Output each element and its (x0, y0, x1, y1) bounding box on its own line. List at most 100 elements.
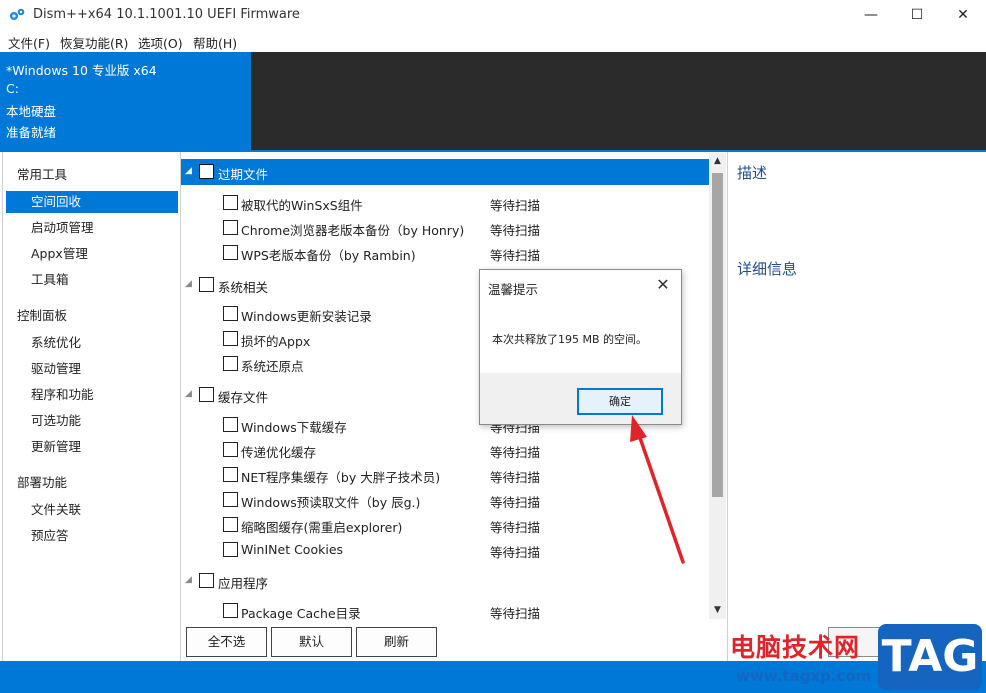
header-dark-area (251, 52, 986, 150)
details-heading: 详细信息 (737, 260, 798, 278)
tree-item-label[interactable]: Windows下载缓存 (241, 417, 347, 436)
tree-item-label[interactable]: Chrome浏览器老版本备份（by Honry) (241, 220, 464, 239)
drive-label: C: (6, 81, 19, 96)
disk-type-label: 本地硬盘 (6, 104, 57, 119)
tree-item-label[interactable]: WinINet Cookies (241, 542, 343, 557)
scroll-up-icon[interactable]: ▲ (709, 153, 726, 170)
sidebar-item-appx[interactable]: Appx管理 (6, 243, 178, 265)
item-checkbox[interactable] (223, 467, 238, 482)
menu-file[interactable]: 文件(F) (8, 33, 50, 52)
item-checkbox[interactable] (223, 306, 238, 321)
tree-item-label[interactable]: Windows预读取文件（by 辰g.) (241, 492, 420, 511)
group-checkbox[interactable] (199, 277, 214, 292)
item-checkbox[interactable] (223, 195, 238, 210)
menu-recovery[interactable]: 恢复功能(R) (60, 33, 128, 52)
description-heading: 描述 (737, 164, 768, 182)
scroll-thumb[interactable] (712, 173, 723, 497)
item-checkbox[interactable] (223, 356, 238, 371)
tree-item-status: 等待扫描 (490, 545, 541, 560)
tree-item-label[interactable]: Package Cache目录 (241, 603, 361, 620)
gear-icon (10, 8, 25, 20)
watermark-url: www.tagxp.com (736, 667, 872, 685)
sidebar-item-system-optimize[interactable]: 系统优化 (6, 332, 178, 354)
item-checkbox[interactable] (223, 542, 238, 557)
status-label: 准备就绪 (6, 125, 57, 140)
tree-item-status: 等待扫描 (490, 248, 541, 263)
tree-group[interactable]: ◢ 应用程序 (181, 568, 709, 594)
tree-item-status: 等待扫描 (490, 223, 541, 238)
item-checkbox[interactable] (223, 417, 238, 432)
session-info-panel[interactable]: *Windows 10 专业版 x64 C: 本地硬盘 准备就绪 (0, 52, 251, 150)
close-button[interactable]: ✕ (940, 0, 986, 30)
group-label: 过期文件 (218, 167, 269, 182)
menu-help[interactable]: 帮助(H) (193, 33, 237, 52)
watermark-logo: TAG (878, 624, 982, 690)
menu-bar: 文件(F) 恢复功能(R) 选项(O) 帮助(H) (0, 30, 986, 52)
tree-item-label[interactable]: 被取代的WinSxS组件 (241, 195, 363, 214)
nav-group-common-tools: 常用工具 (17, 167, 68, 182)
group-checkbox[interactable] (199, 573, 214, 588)
tree-item-label[interactable]: 缩略图缓存(需重启explorer) (241, 517, 402, 536)
group-label: 应用程序 (218, 576, 269, 591)
sidebar: 常用工具 空间回收 启动项管理 Appx管理 工具箱 控制面板 系统优化 驱动管… (2, 152, 181, 661)
tree-item-status: 等待扫描 (490, 495, 541, 510)
sidebar-item-programs[interactable]: 程序和功能 (6, 384, 178, 406)
item-checkbox[interactable] (223, 442, 238, 457)
tree-item-label[interactable]: 损坏的Appx (241, 331, 310, 350)
group-checkbox[interactable] (199, 164, 214, 179)
sidebar-item-space-recovery[interactable]: 空间回收 (6, 191, 178, 213)
expand-arrow-icon[interactable]: ◢ (185, 575, 192, 585)
item-checkbox[interactable] (223, 331, 238, 346)
refresh-button[interactable]: 刷新 (356, 627, 437, 657)
sidebar-item-startup[interactable]: 启动项管理 (6, 217, 178, 239)
tree-item-label[interactable]: 系统还原点 (241, 356, 304, 375)
tree-item-status: 等待扫描 (490, 520, 541, 535)
sidebar-item-answer-file[interactable]: 预应答 (6, 525, 178, 547)
sidebar-item-updates[interactable]: 更新管理 (6, 436, 178, 458)
maximize-button[interactable]: ☐ (894, 0, 940, 30)
sidebar-item-file-association[interactable]: 文件关联 (6, 499, 178, 521)
window-title: Dism++x64 10.1.1001.10 UEFI Firmware (33, 7, 300, 22)
tree-item-label[interactable]: NET程序集缓存（by 大胖子技术员) (241, 467, 440, 486)
expand-arrow-icon[interactable]: ◢ (185, 389, 192, 399)
right-panel-divider (727, 152, 728, 661)
tree-item-status: 等待扫描 (490, 445, 541, 460)
dialog-footer: 确定 (480, 373, 681, 424)
item-checkbox[interactable] (223, 603, 238, 618)
menu-options[interactable]: 选项(O) (138, 33, 183, 52)
tree-item-label[interactable]: 传递优化缓存 (241, 442, 316, 461)
item-checkbox[interactable] (223, 517, 238, 532)
group-label: 系统相关 (218, 280, 269, 295)
group-checkbox[interactable] (199, 387, 214, 402)
tree-item-status: 等待扫描 (490, 606, 541, 620)
ok-button[interactable]: 确定 (577, 388, 663, 415)
watermark-text: 电脑技术网 (730, 633, 861, 662)
scroll-down-icon[interactable]: ▼ (709, 602, 726, 619)
item-checkbox[interactable] (223, 245, 238, 260)
sidebar-item-optional-features[interactable]: 可选功能 (6, 410, 178, 432)
item-checkbox[interactable] (223, 220, 238, 235)
tree-group[interactable]: ◢ 过期文件 (181, 159, 709, 185)
close-icon[interactable]: ✕ (653, 275, 673, 295)
nav-group-deploy: 部署功能 (17, 475, 68, 490)
item-checkbox[interactable] (223, 492, 238, 507)
dialog-title: 温馨提示 (488, 282, 539, 297)
tree-item-label[interactable]: WPS老版本备份（by Rambin) (241, 245, 416, 264)
sidebar-item-toolbox[interactable]: 工具箱 (6, 269, 178, 291)
deselect-all-button[interactable]: 全不选 (186, 627, 267, 657)
vertical-scrollbar[interactable]: ▲ ▼ (709, 153, 726, 619)
expand-arrow-icon[interactable]: ◢ (185, 279, 192, 289)
default-button[interactable]: 默认 (271, 627, 352, 657)
sidebar-item-drivers[interactable]: 驱动管理 (6, 358, 178, 380)
nav-group-control-panel: 控制面板 (17, 308, 68, 323)
title-bar: Dism++x64 10.1.1001.10 UEFI Firmware — ☐… (0, 0, 986, 30)
dialog-message: 本次共释放了195 MB 的空间。 (492, 333, 648, 346)
tree-item-status: 等待扫描 (490, 198, 541, 213)
tree-item-label[interactable]: Windows更新安装记录 (241, 306, 372, 325)
group-label: 缓存文件 (218, 390, 269, 405)
info-dialog: 温馨提示 ✕ 本次共释放了195 MB 的空间。 确定 (479, 269, 682, 425)
tree-item-status: 等待扫描 (490, 470, 541, 485)
os-label: *Windows 10 专业版 x64 (6, 63, 157, 78)
minimize-button[interactable]: — (848, 0, 894, 30)
expand-arrow-icon[interactable]: ◢ (185, 166, 192, 176)
